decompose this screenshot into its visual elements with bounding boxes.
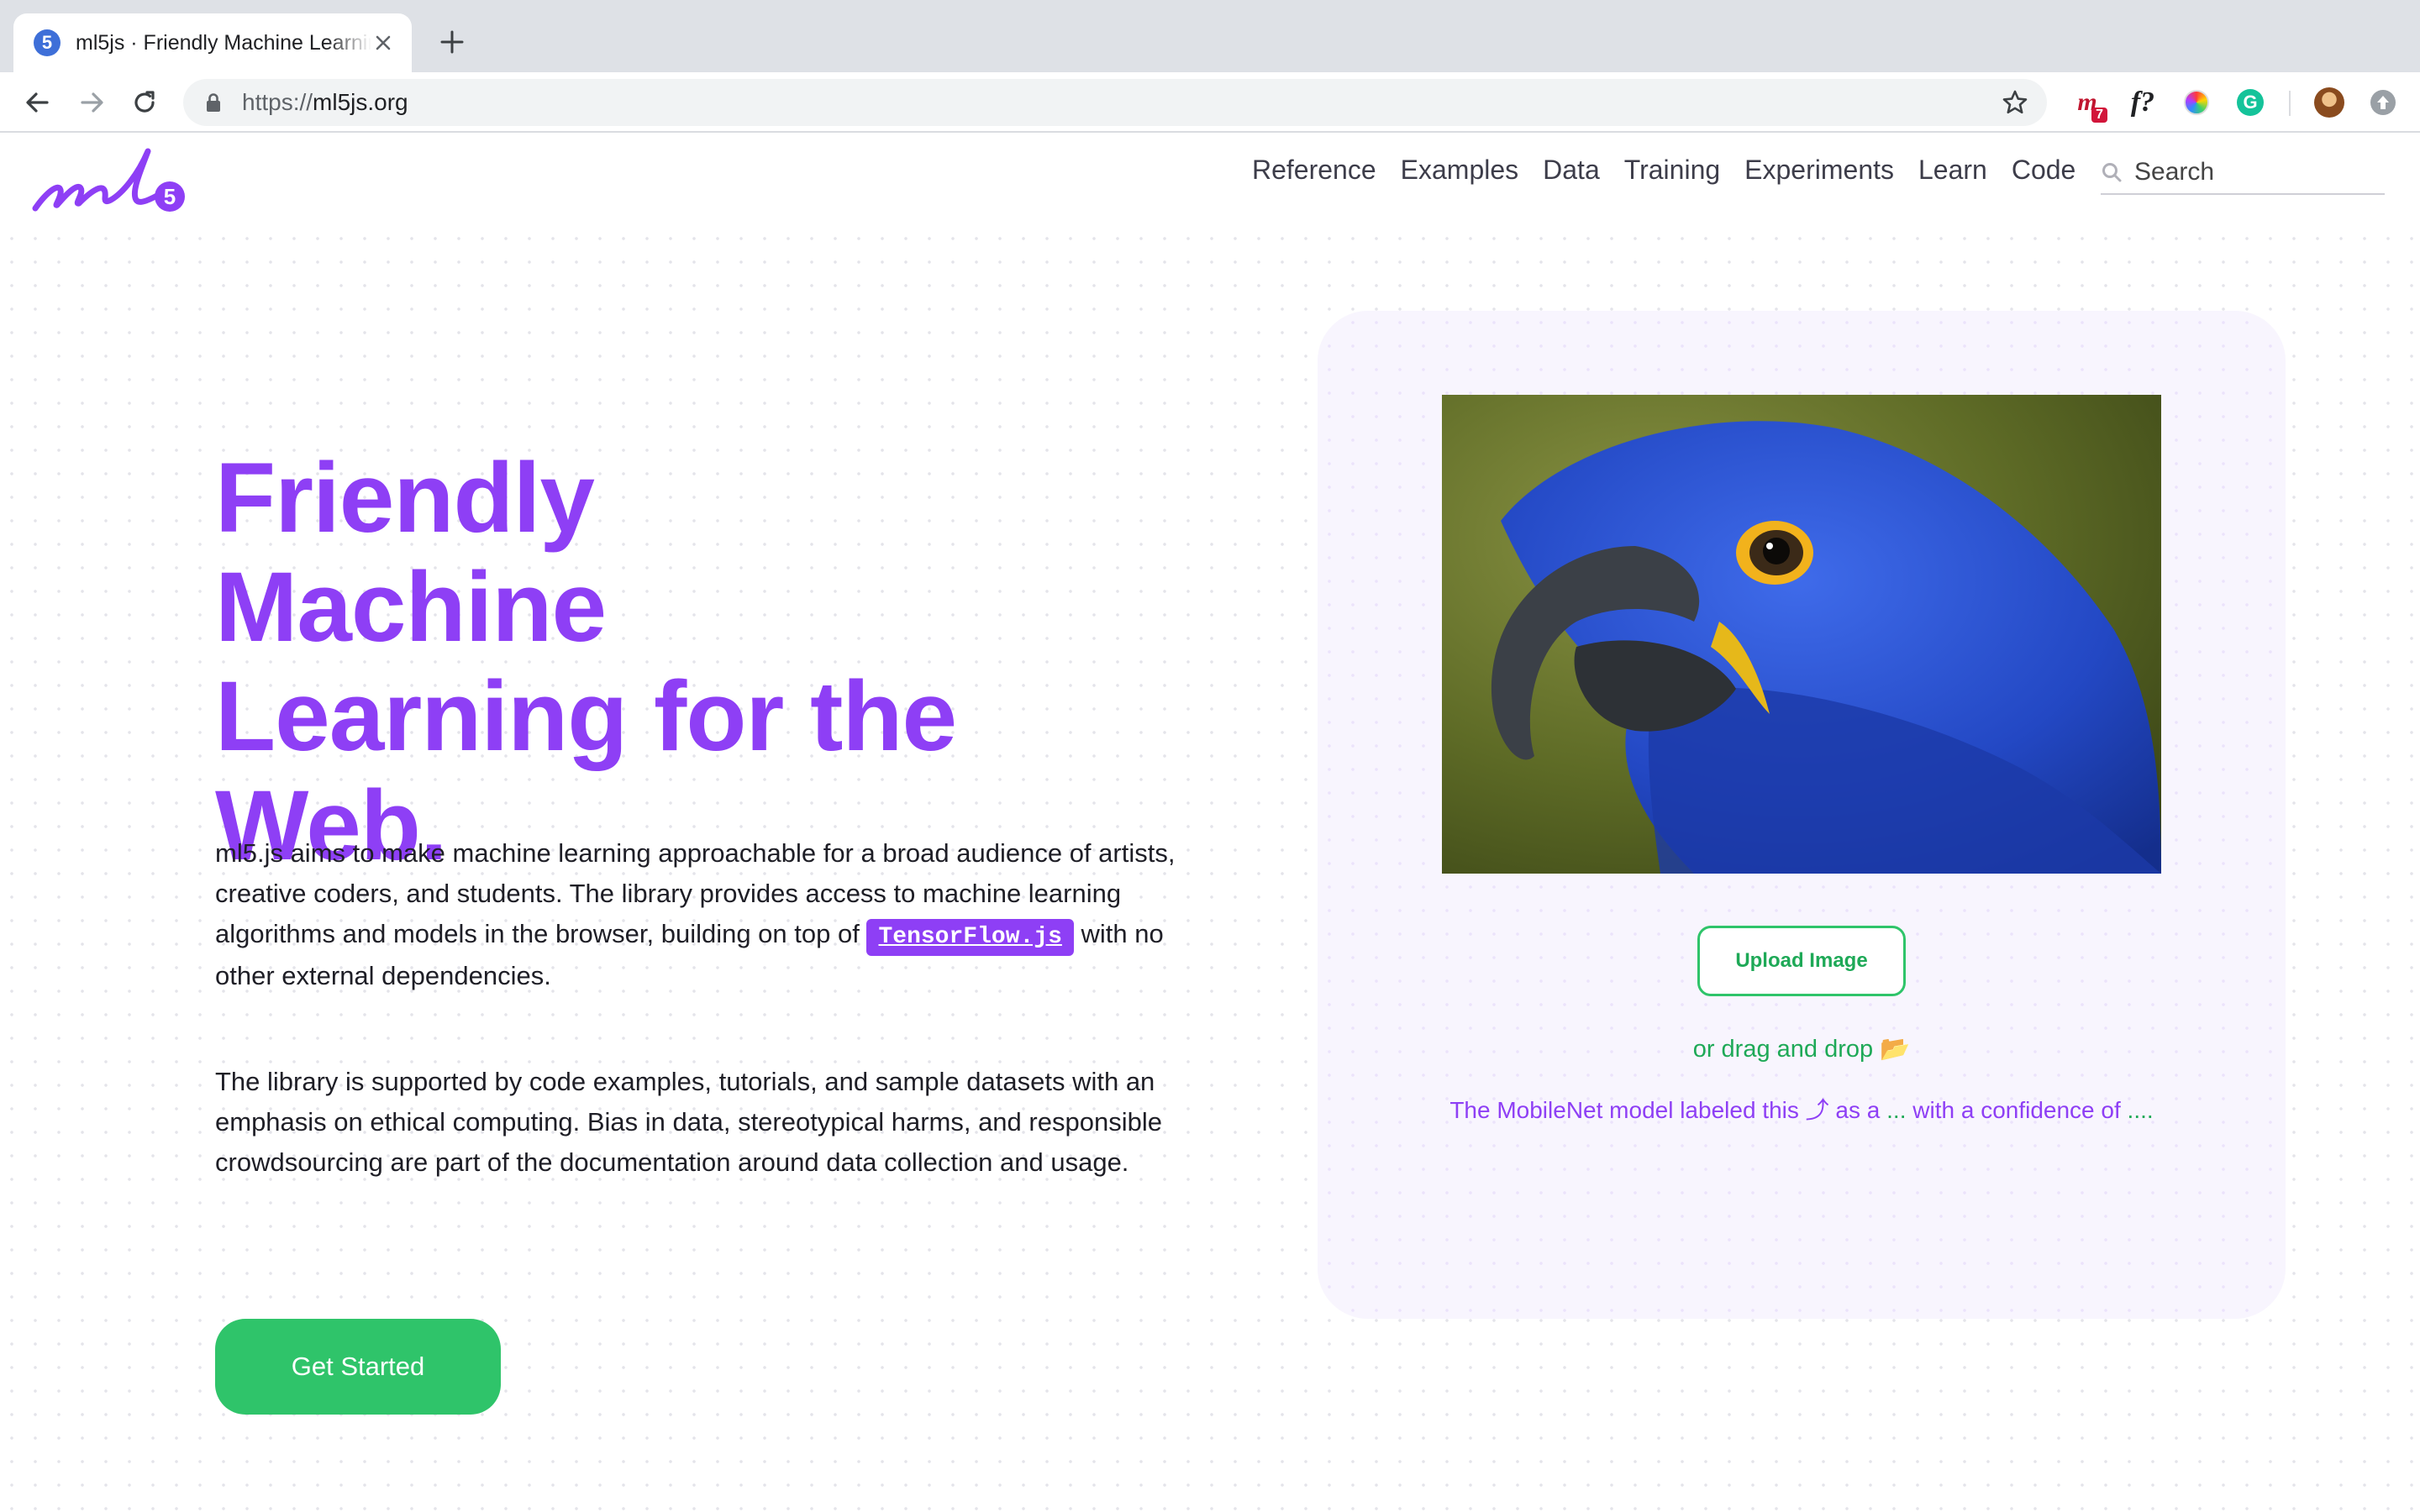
tensorflow-link[interactable]: TensorFlow.js [866,919,1074,956]
ethics-paragraph: The library is supported by code example… [215,1067,1162,1177]
upload-image-button[interactable]: Upload Image [1697,926,1906,996]
svg-text:5: 5 [164,184,176,209]
ml5-logo[interactable]: 5 [30,144,190,218]
page: 5 Reference Examples Data Training Exper… [0,133,2420,1512]
nav-data[interactable]: Data [1543,155,1600,186]
reload-button[interactable] [128,86,161,119]
grammarly-extension-icon[interactable]: G [2233,86,2267,119]
browser-toolbar: https://ml5js.org m 7 f? G [0,72,2420,133]
main-nav: Reference Examples Data Training Experim… [1252,155,2100,186]
back-icon [26,92,49,113]
new-tab-button[interactable] [435,25,469,59]
site-favicon: 5 [34,29,60,56]
nav-training[interactable]: Training [1624,155,1720,186]
reload-icon [134,91,155,113]
classification-result: The MobileNet model labeled this ⤴ as a … [1449,1097,2154,1123]
image-classifier-demo: Upload Image or drag and drop 📂 The Mobi… [1318,311,2286,1319]
search-input[interactable] [2134,158,2378,186]
drag-drop-hint: or drag and drop 📂 [1692,1036,1911,1063]
nav-learn[interactable]: Learn [1918,155,1987,186]
nav-experiments[interactable]: Experiments [1744,155,1894,186]
search-icon [2102,163,2122,182]
plus-icon [440,30,464,54]
profile-avatar[interactable] [2312,86,2346,119]
bookmark-star-button[interactable] [2002,89,2028,116]
hero-title-line: Friendly Machine [215,443,607,663]
site-header: 5 Reference Examples Data Training Exper… [0,133,2420,227]
back-button[interactable] [20,86,54,119]
mendeley-extension-icon[interactable]: m 7 [2070,86,2107,123]
browser-tabstrip: 5 ml5js · Friendly Machine Learning for … [0,0,2420,72]
lock-icon [207,93,220,112]
tab-title: ml5js · Friendly Machine Learning for th… [76,30,371,55]
get-started-button[interactable]: Get Started [215,1319,501,1415]
nav-examples[interactable]: Examples [1401,155,1519,186]
result-confidence: .... [2127,1097,2154,1123]
chrome-update-icon[interactable] [2366,86,2400,119]
url-text: https://ml5js.org [242,89,408,115]
hero-title-line: Learning for the [215,661,957,772]
whatfont-extension-icon[interactable]: f? [2126,86,2160,119]
address-bar[interactable]: https://ml5js.org [183,79,2047,126]
star-icon [2002,90,2028,114]
forward-button[interactable] [76,86,109,119]
site-search [2101,151,2385,195]
color-picker-extension-icon[interactable] [2180,86,2213,119]
hero-title: Friendly Machine Learning for the Web. [215,444,971,880]
parrot-photo [1442,395,2161,874]
toolbar-divider [2289,91,2291,116]
forward-icon [81,92,103,113]
nav-reference[interactable]: Reference [1252,155,1376,186]
close-icon[interactable] [371,31,395,55]
browser-tab[interactable]: 5 ml5js · Friendly Machine Learning for … [13,13,412,72]
nav-code[interactable]: Code [2012,155,2076,186]
intro-paragraph: ml5.js aims to make machine learning app… [215,838,1176,990]
result-label: ... [1886,1097,1907,1123]
